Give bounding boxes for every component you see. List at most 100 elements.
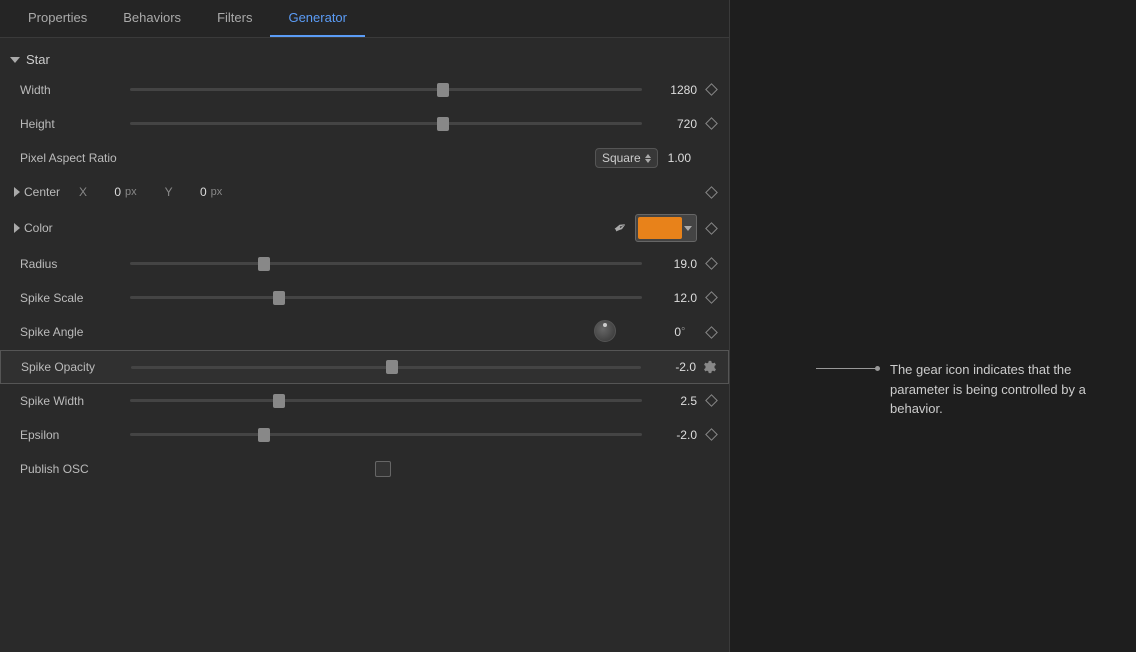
y-unit: px xyxy=(211,186,223,198)
spike-scale-row: Spike Scale 12.0 xyxy=(0,281,729,315)
radius-value: 19.0 xyxy=(642,257,697,271)
color-collapse-icon[interactable] xyxy=(14,223,20,233)
width-keyframe-diamond xyxy=(705,83,718,96)
dial-circle xyxy=(594,320,616,342)
epsilon-keyframe-btn[interactable] xyxy=(703,427,719,443)
height-label: Height xyxy=(20,117,130,131)
height-value: 720 xyxy=(642,117,697,131)
epsilon-row: Epsilon -2.0 xyxy=(0,418,729,452)
spike-angle-unit: ° xyxy=(681,326,697,338)
section-star-header[interactable]: Star xyxy=(0,46,729,73)
spike-scale-slider-thumb[interactable] xyxy=(273,291,285,305)
spike-scale-label: Spike Scale xyxy=(20,291,130,305)
spike-opacity-slider-track xyxy=(131,366,641,369)
spike-opacity-slider-thumb[interactable] xyxy=(386,360,398,374)
spike-angle-keyframe-btn[interactable] xyxy=(703,324,719,340)
spike-angle-label: Spike Angle xyxy=(20,325,130,339)
x-axis-label: X xyxy=(79,185,87,199)
width-slider-area[interactable] xyxy=(130,88,642,91)
spike-opacity-slider-area[interactable] xyxy=(131,366,641,369)
eyedropper-icon[interactable]: ✒ xyxy=(609,216,631,240)
height-slider-track xyxy=(130,122,642,125)
tab-properties[interactable]: Properties xyxy=(10,0,105,37)
epsilon-slider-track xyxy=(130,433,642,436)
width-row: Width 1280 xyxy=(0,73,729,107)
tabs-bar: Properties Behaviors Filters Generator xyxy=(0,0,729,38)
height-keyframe-btn[interactable] xyxy=(703,116,719,132)
par-numeric-value: 1.00 xyxy=(668,151,691,165)
publish-osc-checkbox[interactable] xyxy=(375,461,391,477)
radius-row: Radius 19.0 xyxy=(0,247,729,281)
color-swatch xyxy=(638,217,682,239)
color-label: Color xyxy=(24,221,79,235)
annotation-line: The gear icon indicates that the paramet… xyxy=(816,360,1116,419)
center-row: Center X 0 px Y 0 px xyxy=(0,175,729,209)
connector-dot xyxy=(875,366,880,371)
center-keyframe-btn[interactable] xyxy=(703,184,719,200)
radius-keyframe-btn[interactable] xyxy=(703,256,719,272)
color-swatch-btn[interactable] xyxy=(635,214,697,242)
spike-opacity-row: Spike Opacity -2.0 xyxy=(0,350,729,384)
pixel-aspect-ratio-row: Pixel Aspect Ratio Square 1.00 xyxy=(0,141,729,175)
par-arrows-icon xyxy=(645,154,651,163)
spike-angle-dial-area xyxy=(130,320,626,344)
swatch-chevron-icon xyxy=(684,226,692,231)
height-keyframe-diamond xyxy=(705,117,718,130)
y-axis-label: Y xyxy=(165,185,173,199)
par-arrow-up xyxy=(645,154,651,158)
spike-scale-keyframe-diamond xyxy=(705,291,718,304)
width-slider-thumb[interactable] xyxy=(437,83,449,97)
radius-slider-track xyxy=(130,262,642,265)
epsilon-value: -2.0 xyxy=(642,428,697,442)
publish-osc-area xyxy=(130,461,636,477)
x-value[interactable]: 0 xyxy=(91,185,121,199)
spike-opacity-label: Spike Opacity xyxy=(21,360,131,374)
spike-width-label: Spike Width xyxy=(20,394,130,408)
spike-width-slider-thumb[interactable] xyxy=(273,394,285,408)
center-keyframe-diamond xyxy=(705,186,718,199)
annotation-text: The gear icon indicates that the paramet… xyxy=(890,360,1090,419)
publish-osc-spacer xyxy=(697,461,719,477)
publish-osc-row: Publish OSC xyxy=(0,452,729,486)
tab-generator[interactable]: Generator xyxy=(270,0,365,37)
width-slider-track xyxy=(130,88,642,91)
spike-width-keyframe-btn[interactable] xyxy=(703,393,719,409)
center-collapse-icon[interactable] xyxy=(14,187,20,197)
epsilon-slider-area[interactable] xyxy=(130,433,642,436)
tab-behaviors[interactable]: Behaviors xyxy=(105,0,199,37)
spike-opacity-gear-btn[interactable] xyxy=(702,359,718,375)
properties-panel: Star Width 1280 Height 720 xyxy=(0,38,729,652)
height-slider-thumb[interactable] xyxy=(437,117,449,131)
spike-opacity-value: -2.0 xyxy=(641,360,696,374)
epsilon-slider-thumb[interactable] xyxy=(258,428,270,442)
radius-slider-thumb[interactable] xyxy=(258,257,270,271)
spike-scale-slider-area[interactable] xyxy=(130,296,642,299)
y-value[interactable]: 0 xyxy=(177,185,207,199)
color-actions: ✒ xyxy=(79,214,697,242)
spike-scale-value: 12.0 xyxy=(642,291,697,305)
width-value: 1280 xyxy=(642,83,697,97)
radius-keyframe-diamond xyxy=(705,257,718,270)
annotation-connector-line xyxy=(816,360,880,371)
connector-line xyxy=(816,368,876,369)
spike-angle-dial[interactable] xyxy=(594,320,618,344)
radius-label: Radius xyxy=(20,257,130,271)
spike-width-keyframe-diamond xyxy=(705,394,718,407)
radius-slider-area[interactable] xyxy=(130,262,642,265)
spike-scale-keyframe-btn[interactable] xyxy=(703,290,719,306)
gear-icon xyxy=(703,360,717,374)
width-keyframe-btn[interactable] xyxy=(703,82,719,98)
spike-angle-value: 0 xyxy=(626,325,681,339)
color-row: Color ✒ xyxy=(0,209,729,247)
height-row: Height 720 xyxy=(0,107,729,141)
height-slider-area[interactable] xyxy=(130,122,642,125)
par-label: Pixel Aspect Ratio xyxy=(20,151,130,165)
section-collapse-icon xyxy=(10,57,20,63)
publish-osc-label: Publish OSC xyxy=(20,462,130,476)
par-dropdown[interactable]: Square xyxy=(595,148,658,168)
spike-width-slider-area[interactable] xyxy=(130,399,642,402)
color-keyframe-btn[interactable] xyxy=(703,220,719,236)
center-coords: X 0 px Y 0 px xyxy=(79,185,697,199)
spike-angle-keyframe-diamond xyxy=(705,326,718,339)
tab-filters[interactable]: Filters xyxy=(199,0,270,37)
